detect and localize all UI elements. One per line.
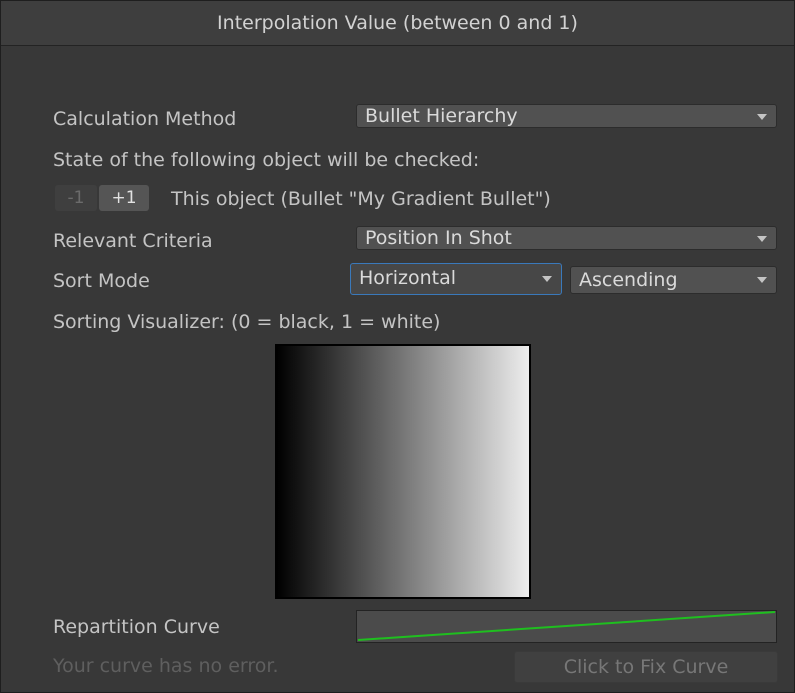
next-object-label: +1 — [111, 188, 137, 208]
curve-line — [357, 611, 776, 641]
panel-header: Interpolation Value (between 0 and 1) — [1, 1, 794, 46]
sort-order-value: Ascending — [579, 269, 678, 291]
checked-object-text: This object (Bullet "My Gradient Bullet"… — [171, 188, 551, 210]
interpolation-panel: Interpolation Value (between 0 and 1) Ca… — [0, 0, 795, 693]
chevron-down-icon — [757, 114, 767, 120]
relevant-criteria-value: Position In Shot — [365, 227, 512, 249]
relevant-criteria-dropdown[interactable]: Position In Shot — [356, 226, 777, 250]
calculation-method-label: Calculation Method — [53, 108, 237, 130]
chevron-down-icon — [757, 236, 767, 242]
panel-title: Interpolation Value (between 0 and 1) — [217, 12, 578, 34]
sorting-visualizer-gradient — [275, 344, 531, 599]
chevron-down-icon — [757, 277, 767, 283]
fix-curve-button[interactable]: Click to Fix Curve — [514, 651, 778, 683]
previous-object-label: -1 — [67, 188, 85, 208]
relevant-criteria-label: Relevant Criteria — [53, 230, 213, 252]
sort-order-dropdown[interactable]: Ascending — [570, 266, 777, 294]
calculation-method-value: Bullet Hierarchy — [365, 105, 518, 127]
calculation-method-dropdown[interactable]: Bullet Hierarchy — [356, 104, 777, 128]
curve-status-text: Your curve has no error. — [53, 655, 279, 677]
state-info-text: State of the following object will be ch… — [53, 149, 480, 171]
sort-mode-label: Sort Mode — [53, 270, 150, 292]
sort-direction-dropdown[interactable]: Horizontal — [350, 263, 562, 295]
fix-curve-label: Click to Fix Curve — [563, 656, 729, 678]
sort-direction-value: Horizontal — [359, 267, 457, 289]
curve-preview — [357, 611, 776, 641]
sorting-visualizer-label: Sorting Visualizer: (0 = black, 1 = whit… — [53, 311, 441, 333]
previous-object-button[interactable]: -1 — [55, 185, 97, 211]
next-object-button[interactable]: +1 — [99, 185, 149, 211]
repartition-curve-field[interactable] — [356, 610, 777, 643]
chevron-down-icon — [542, 276, 552, 282]
repartition-curve-label: Repartition Curve — [53, 616, 220, 638]
